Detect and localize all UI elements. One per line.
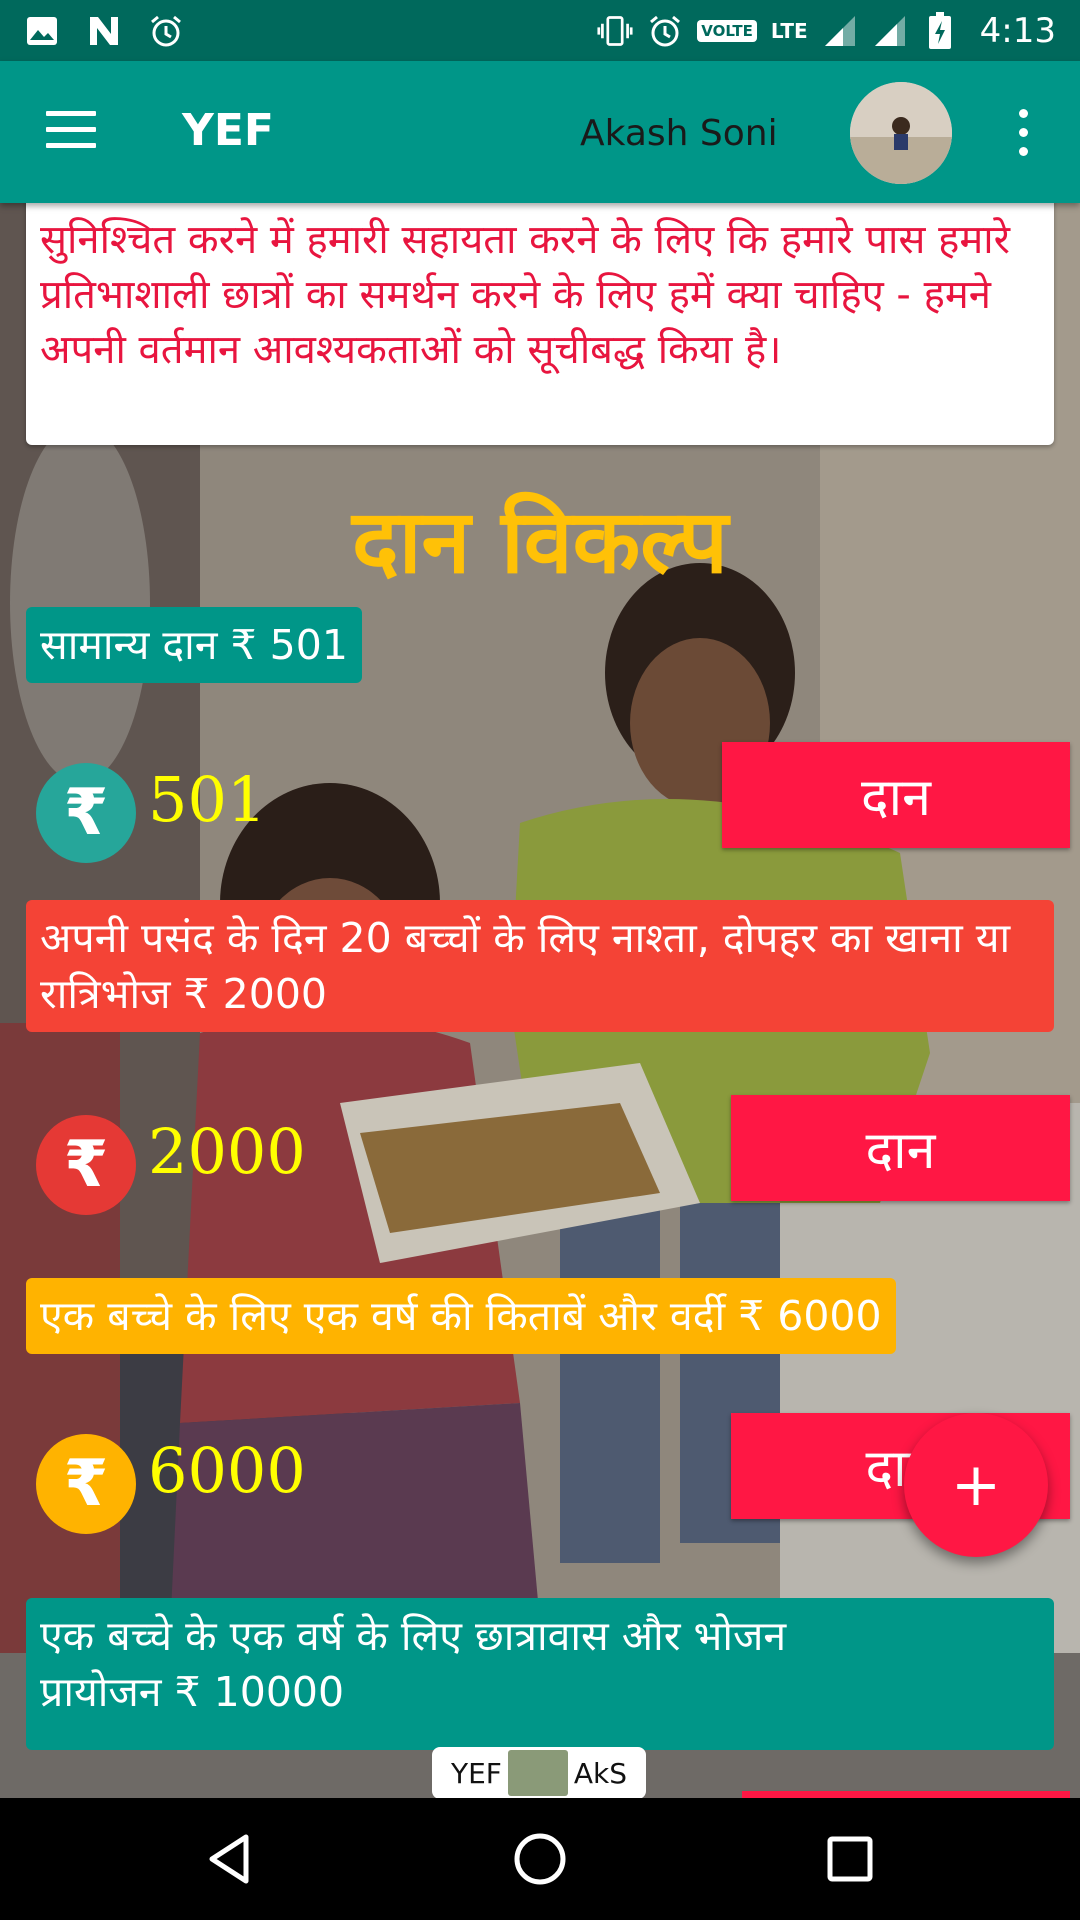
option-label-hostel: एक बच्चे के एक वर्ष के लिए छात्रावास और … bbox=[26, 1598, 1054, 1750]
app-bar: YEF Akash Soni bbox=[0, 61, 1080, 203]
intro-card: सुनिश्चित करने में हमारी सहायता करने के … bbox=[26, 203, 1054, 445]
watermark-photo bbox=[507, 1750, 568, 1796]
status-clock: 4:13 bbox=[979, 10, 1056, 51]
donate-button[interactable]: दान bbox=[722, 742, 1070, 848]
volte-badge: VOLTE bbox=[697, 19, 757, 42]
main-content[interactable]: सुनिश्चित करने में हमारी सहायता करने के … bbox=[0, 203, 1080, 1798]
user-name: Akash Soni bbox=[580, 113, 778, 154]
image-icon bbox=[24, 13, 60, 49]
option-amount: 2000 bbox=[148, 1115, 306, 1188]
watermark-right: AkS bbox=[573, 1756, 628, 1790]
status-bar: VOLTE LTE 4:13 bbox=[0, 0, 1080, 61]
option-label-general: सामान्य दान ₹ 501 bbox=[26, 607, 362, 683]
watermark-left: YEF bbox=[450, 1756, 502, 1790]
option-label-books: एक बच्चे के लिए एक वर्ष की किताबें और वर… bbox=[26, 1278, 896, 1354]
app-title: YEF bbox=[182, 105, 274, 156]
avatar[interactable] bbox=[850, 82, 952, 184]
battery-charging-icon bbox=[922, 11, 958, 49]
option-label-meal: अपनी पसंद के दिन 20 बच्चों के लिए नाश्ता… bbox=[26, 900, 1054, 1032]
intro-text: सुनिश्चित करने में हमारी सहायता करने के … bbox=[40, 217, 1011, 373]
rupee-icon: ₹ bbox=[36, 1434, 136, 1534]
hamburger-icon[interactable] bbox=[46, 111, 96, 151]
signal-icon bbox=[872, 13, 908, 49]
alarm-icon bbox=[148, 13, 184, 49]
rupee-icon: ₹ bbox=[36, 763, 136, 863]
add-fab-button[interactable]: + bbox=[904, 1413, 1048, 1557]
signal-icon bbox=[822, 13, 858, 49]
lte-indicator: LTE bbox=[770, 18, 808, 43]
donate-button[interactable] bbox=[742, 1791, 1070, 1798]
navigation-bar bbox=[0, 1798, 1080, 1920]
donate-button[interactable]: दान bbox=[731, 1095, 1070, 1201]
home-icon[interactable] bbox=[510, 1829, 570, 1889]
vibrate-icon bbox=[597, 13, 633, 49]
rupee-icon: ₹ bbox=[36, 1115, 136, 1215]
section-title: दान विकल्प bbox=[351, 490, 729, 593]
option-amount: 501 bbox=[148, 763, 267, 836]
more-vert-icon[interactable] bbox=[1010, 109, 1036, 161]
watermark: YEF AkS bbox=[432, 1747, 646, 1798]
option-amount: 6000 bbox=[148, 1434, 306, 1507]
alarm-icon bbox=[647, 13, 683, 49]
back-icon[interactable] bbox=[200, 1829, 260, 1889]
n-icon bbox=[86, 13, 122, 49]
recents-icon[interactable] bbox=[820, 1829, 880, 1889]
